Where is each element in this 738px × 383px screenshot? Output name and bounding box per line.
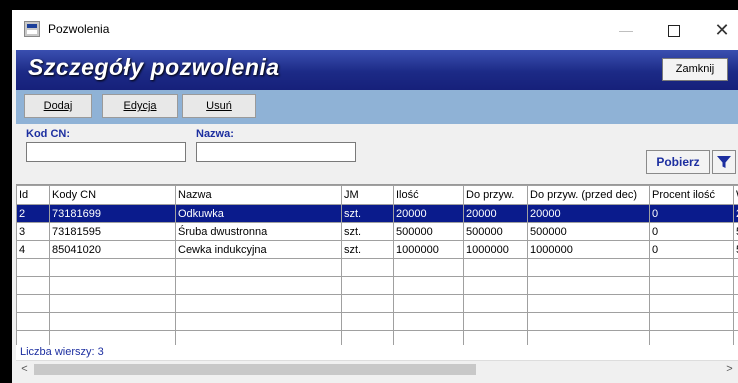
table-cell[interactable]: 2 [16, 204, 50, 223]
table-cell[interactable]: 2 [733, 204, 738, 223]
filter-button[interactable] [712, 150, 736, 174]
table-cell[interactable]: szt. [341, 222, 394, 241]
table-cell[interactable]: 1000000 [463, 240, 528, 259]
name-label: Nazwa: [196, 128, 234, 140]
edit-button[interactable]: Edycja [102, 94, 178, 118]
app-icon [24, 21, 40, 37]
table-cell[interactable]: 20000 [393, 204, 464, 223]
table-cell[interactable]: Odkuwka [175, 204, 342, 223]
table-cell[interactable]: Śruba dwustronna [175, 222, 342, 241]
table-cell[interactable]: 0 [649, 204, 734, 223]
column-header[interactable]: Ilość [393, 185, 464, 205]
table-cell[interactable]: 5 [733, 222, 738, 241]
add-button[interactable]: Dodaj [24, 94, 92, 118]
column-header[interactable]: Do przyw. (przed dec) [527, 185, 650, 205]
name-input[interactable] [196, 142, 356, 162]
title-bar: Pozwolenia — ✕ [12, 10, 738, 50]
permits-table: Id Kody CN Nazwa JM Ilość Do przyw. Do przyw. … [16, 185, 738, 346]
data-grid[interactable]: Id Kody CN Nazwa JM Ilość Do przyw. Do przyw. … [16, 184, 738, 346]
table-cell[interactable]: 0 [649, 240, 734, 259]
maximize-icon [668, 25, 680, 37]
fetch-button[interactable]: Pobierz [646, 150, 710, 174]
status-footer: Liczba wierszy: 3 [16, 345, 738, 360]
header-banner: Szczegóły pozwolenia Zamknij [16, 50, 738, 90]
table-header-row: Id Kody CN Nazwa JM Ilość Do przyw. Do przyw. … [16, 185, 738, 205]
maximize-button[interactable] [658, 18, 690, 42]
column-header[interactable]: Do przyw. [463, 185, 528, 205]
horizontal-scrollbar[interactable]: < > [16, 360, 738, 378]
table-cell[interactable]: 73181595 [49, 222, 176, 241]
table-cell[interactable]: 3 [16, 222, 50, 241]
column-header[interactable]: Id [16, 185, 50, 205]
scroll-thumb[interactable] [34, 364, 476, 375]
window-title: Pozwolenia [48, 22, 110, 36]
table-cell[interactable]: szt. [341, 204, 394, 223]
funnel-icon [717, 156, 731, 168]
cn-code-input[interactable] [26, 142, 186, 162]
table-cell[interactable]: 1000000 [393, 240, 464, 259]
row-count-label: Liczba wierszy: 3 [20, 346, 104, 358]
column-header[interactable]: W [733, 185, 738, 205]
scroll-left-arrow-icon[interactable]: < [16, 361, 33, 378]
table-cell[interactable]: 500000 [463, 222, 528, 241]
table-cell[interactable]: 1000000 [527, 240, 650, 259]
table-cell[interactable]: 5 [733, 240, 738, 259]
page-title: Szczegóły pozwolenia [28, 54, 280, 80]
window: Pozwolenia — ✕ Szczegóły pozwolenia Zamk… [12, 10, 738, 383]
close-window-button[interactable]: ✕ [706, 18, 738, 42]
minimize-button[interactable]: — [610, 18, 642, 42]
table-cell[interactable]: 20000 [527, 204, 650, 223]
table-cell[interactable]: 4 [16, 240, 50, 259]
column-header[interactable]: JM [341, 185, 394, 205]
table-cell[interactable]: 500000 [393, 222, 464, 241]
table-cell[interactable]: 0 [649, 222, 734, 241]
toolbar: Dodaj Edycja Usuń [16, 90, 738, 124]
table-row[interactable]: 3 73181595 Śruba dwustronna szt. 500000 50000… [16, 222, 738, 241]
column-header[interactable]: Nazwa [175, 185, 342, 205]
table-cell[interactable]: 73181699 [49, 204, 176, 223]
filter-panel: Kod CN: Nazwa: Pobierz [16, 124, 738, 184]
close-button[interactable]: Zamknij [662, 58, 728, 81]
delete-button[interactable]: Usuń [182, 94, 256, 118]
table-row[interactable]: 4 85041020 Cewka indukcyjna szt. 1000000 1000… [16, 240, 738, 259]
table-cell[interactable]: szt. [341, 240, 394, 259]
column-header[interactable]: Kody CN [49, 185, 176, 205]
cn-code-label: Kod CN: [26, 128, 70, 140]
table-cell[interactable]: 85041020 [49, 240, 176, 259]
column-header[interactable]: Procent ilość [649, 185, 734, 205]
table-cell[interactable]: 20000 [463, 204, 528, 223]
table-cell[interactable]: Cewka indukcyjna [175, 240, 342, 259]
table-cell[interactable]: 500000 [527, 222, 650, 241]
table-row[interactable]: 273181699Odkuwkaszt.20000200002000002 [16, 204, 738, 223]
scroll-right-arrow-icon[interactable]: > [721, 361, 738, 378]
